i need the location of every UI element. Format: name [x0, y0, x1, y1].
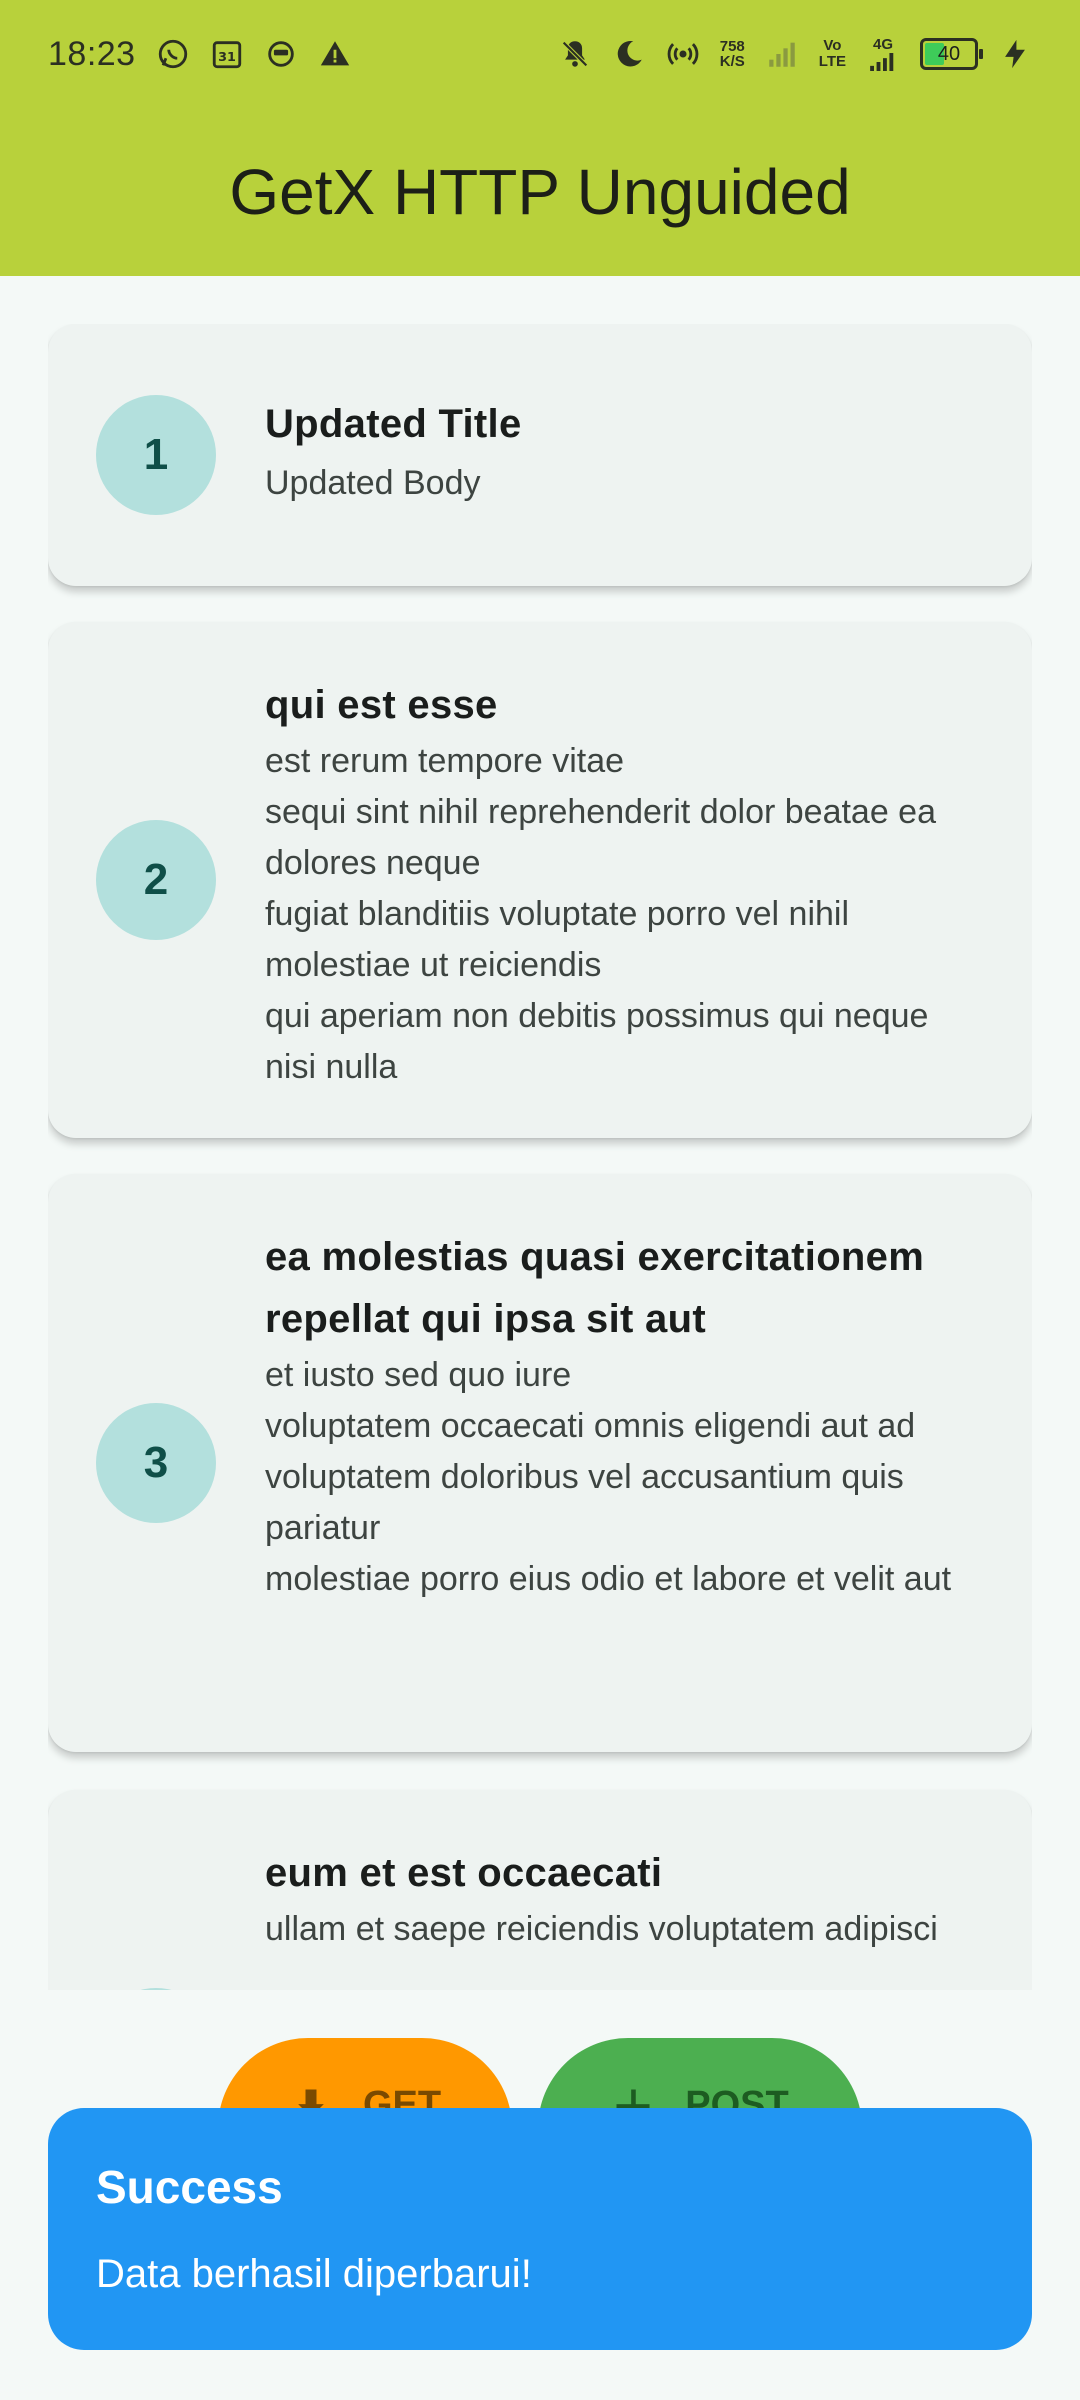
- post-avatar: 4: [96, 1988, 216, 1990]
- network-type: 4G: [866, 37, 900, 71]
- svg-text:31: 31: [218, 50, 236, 65]
- network-type-label: 4G: [872, 36, 893, 53]
- post-avatar: 3: [96, 1403, 216, 1523]
- status-bar: 18:23 31 758 K/S Vo LTE 4G 40: [0, 0, 1080, 108]
- status-right: 758 K/S Vo LTE 4G 40: [558, 37, 1032, 71]
- post-text: ea molestias quasi exercitationem repell…: [265, 1226, 984, 1605]
- post-body: et iusto sed quo iure voluptatem occaeca…: [265, 1356, 952, 1598]
- battery-level: 40: [937, 42, 961, 65]
- post-title: ea molestias quasi exercitationem repell…: [265, 1235, 925, 1341]
- battery-icon: 40: [920, 38, 983, 70]
- signal-bars-icon: [870, 53, 894, 71]
- app-icon: [264, 37, 298, 71]
- post-text: qui est esse est rerum tempore vitae seq…: [265, 674, 984, 1093]
- net-speed-value: 758: [719, 38, 745, 55]
- calendar-icon: 31: [210, 37, 244, 71]
- status-left: 18:23 31: [48, 35, 352, 74]
- post-title: Updated Title: [265, 402, 522, 446]
- post-body: Updated Body: [265, 464, 481, 502]
- mute-icon: [558, 37, 592, 71]
- post-title: qui est esse: [265, 683, 498, 727]
- net-speed: 758 K/S: [720, 39, 745, 69]
- volte-top: Vo: [823, 37, 842, 54]
- post-card[interactable]: 2 qui est esse est rerum tempore vitae s…: [48, 622, 1032, 1138]
- hotspot-icon: [666, 37, 700, 71]
- post-avatar: 1: [96, 395, 216, 515]
- volte-bottom: LTE: [818, 53, 846, 70]
- charging-icon: [998, 37, 1032, 71]
- warning-icon: [318, 37, 352, 71]
- post-card[interactable]: 4 eum et est occaecati ullam et saepe re…: [48, 1790, 1032, 1990]
- post-body: ullam et saepe reiciendis voluptatem adi…: [265, 1910, 938, 1948]
- post-body: est rerum tempore vitae sequi sint nihil…: [265, 742, 937, 1086]
- status-time: 18:23: [48, 34, 136, 73]
- volte-indicator: Vo LTE: [819, 38, 846, 70]
- signal-icon: [765, 37, 799, 71]
- whatsapp-icon: [156, 37, 190, 71]
- success-snackbar[interactable]: Success Data berhasil diperbarui!: [48, 2108, 1032, 2350]
- app-bar: GetX HTTP Unguided: [0, 108, 1080, 276]
- post-title: eum et est occaecati: [265, 1851, 663, 1895]
- post-text: Updated Title Updated Body: [265, 396, 984, 514]
- post-text: eum et est occaecati ullam et saepe reic…: [265, 1842, 984, 1955]
- post-card[interactable]: 1 Updated Title Updated Body: [48, 324, 1032, 586]
- snackbar-message: Data berhasil diperbarui!: [96, 2252, 532, 2296]
- post-avatar: 2: [96, 820, 216, 940]
- posts-list[interactable]: 1 Updated Title Updated Body 2 qui est e…: [48, 324, 1032, 1990]
- snackbar-title: Success: [96, 2161, 283, 2213]
- net-speed-unit: K/S: [719, 53, 745, 70]
- moon-icon: [612, 37, 646, 71]
- page-title: GetX HTTP Unguided: [229, 156, 851, 228]
- post-card[interactable]: 3 ea molestias quasi exercitationem repe…: [48, 1174, 1032, 1752]
